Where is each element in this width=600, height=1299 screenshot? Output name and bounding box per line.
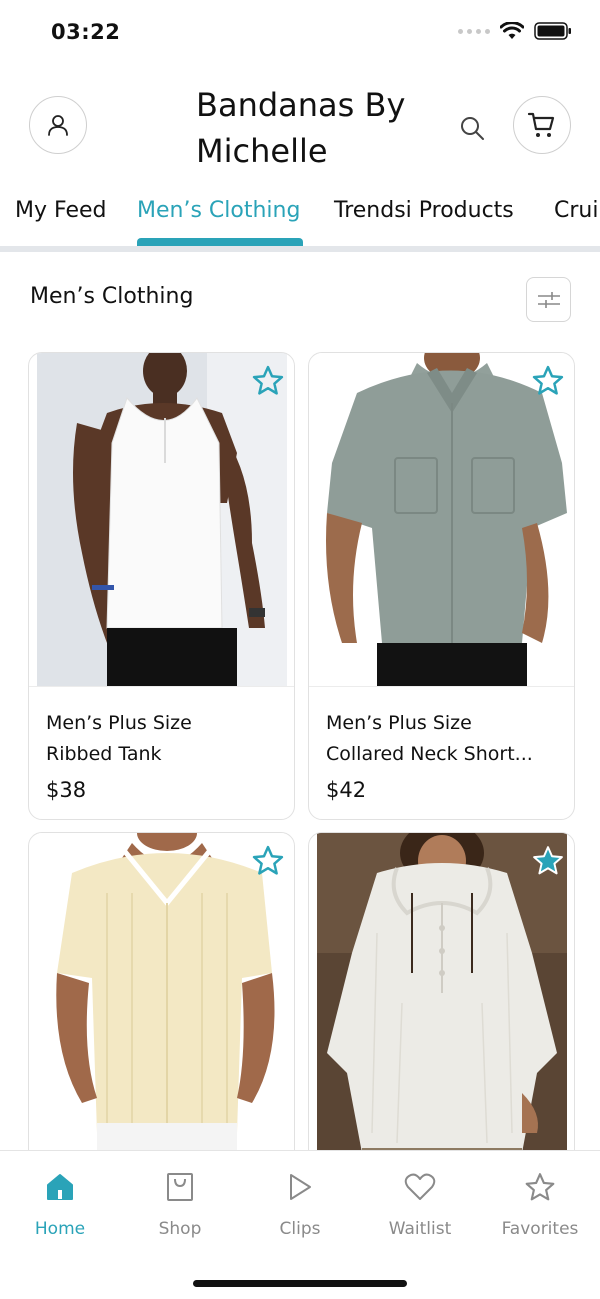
favorite-button[interactable] — [250, 843, 286, 879]
star-outline-icon — [252, 365, 284, 395]
product-name-line2: Collared Neck Short... — [326, 743, 533, 765]
product-card[interactable]: Men’s Plus Size Ribbed Tank $38 — [28, 352, 295, 820]
product-image — [317, 353, 567, 686]
product-name: Men’s Plus Size Ribbed Tank — [46, 708, 276, 770]
shopping-bag-icon — [167, 1173, 193, 1201]
product-price: $42 — [326, 778, 367, 802]
product-name: Men’s Plus Size Collared Neck Short... — [326, 708, 556, 770]
favorite-button[interactable] — [530, 843, 566, 879]
cart-icon — [527, 112, 555, 137]
shop-title: Bandanas By Michelle — [196, 82, 436, 174]
user-icon — [48, 115, 68, 136]
search-button[interactable] — [452, 108, 492, 148]
nav-waitlist[interactable]: Waitlist — [360, 1169, 480, 1239]
star-icon — [525, 1172, 555, 1200]
wifi-icon — [500, 22, 524, 39]
card-divider — [29, 686, 294, 687]
shop-title-line2: Michelle — [196, 132, 328, 170]
status-bar: 03:22 — [0, 0, 600, 64]
product-card[interactable] — [28, 832, 295, 1192]
star-outline-icon — [252, 845, 284, 875]
bottom-navigation: Home Shop Clips Waitlist Favorites — [0, 1150, 600, 1299]
search-icon — [461, 117, 484, 140]
product-card[interactable]: Men’s Plus Size Collared Neck Short... $… — [308, 352, 575, 820]
sliders-icon — [537, 291, 560, 308]
home-icon — [47, 1174, 73, 1200]
category-tabs: My Feed Men’s Clothing Trendsi Products … — [0, 188, 600, 248]
shop-title-line1: Bandanas By — [196, 86, 406, 124]
profile-button[interactable] — [29, 96, 87, 154]
tab-crui[interactable]: Crui — [554, 198, 598, 223]
favorite-button[interactable] — [250, 363, 286, 399]
active-tab-indicator — [137, 238, 303, 246]
status-icons — [458, 22, 572, 40]
nav-shop[interactable]: Shop — [120, 1169, 240, 1239]
star-filled-icon — [533, 846, 563, 875]
tab-mens-clothing[interactable]: Men’s Clothing — [137, 198, 300, 223]
product-price: $38 — [46, 778, 87, 802]
product-image — [37, 353, 287, 686]
card-divider — [309, 686, 574, 687]
heart-icon — [404, 1173, 436, 1200]
signal-icon — [458, 28, 490, 34]
nav-clips-label: Clips — [279, 1219, 321, 1239]
product-name-line1: Men’s Plus Size — [326, 712, 472, 734]
play-icon — [290, 1174, 311, 1200]
product-name-line2: Ribbed Tank — [46, 743, 162, 765]
status-time: 03:22 — [51, 20, 121, 44]
cart-button[interactable] — [513, 96, 571, 154]
product-image — [317, 833, 567, 1166]
nav-favorites-label: Favorites — [501, 1219, 579, 1239]
filter-button[interactable] — [526, 277, 571, 322]
nav-clips[interactable]: Clips — [240, 1169, 360, 1239]
favorite-button[interactable] — [530, 363, 566, 399]
nav-waitlist-label: Waitlist — [388, 1219, 452, 1239]
battery-icon — [534, 22, 571, 40]
nav-home-label: Home — [34, 1219, 86, 1239]
nav-shop-label: Shop — [158, 1219, 202, 1239]
tab-trendsi-products[interactable]: Trendsi Products — [334, 198, 514, 223]
section-title: Men’s Clothing — [30, 284, 194, 309]
home-indicator — [193, 1280, 407, 1287]
product-name-line1: Men’s Plus Size — [46, 712, 192, 734]
nav-home[interactable]: Home — [0, 1169, 120, 1239]
nav-favorites[interactable]: Favorites — [480, 1169, 600, 1239]
tabs-divider — [0, 246, 600, 252]
star-outline-icon — [532, 365, 564, 395]
header: Bandanas By Michelle — [0, 64, 600, 188]
product-card[interactable] — [308, 832, 575, 1192]
product-image — [37, 833, 287, 1166]
tab-my-feed[interactable]: My Feed — [15, 198, 106, 223]
